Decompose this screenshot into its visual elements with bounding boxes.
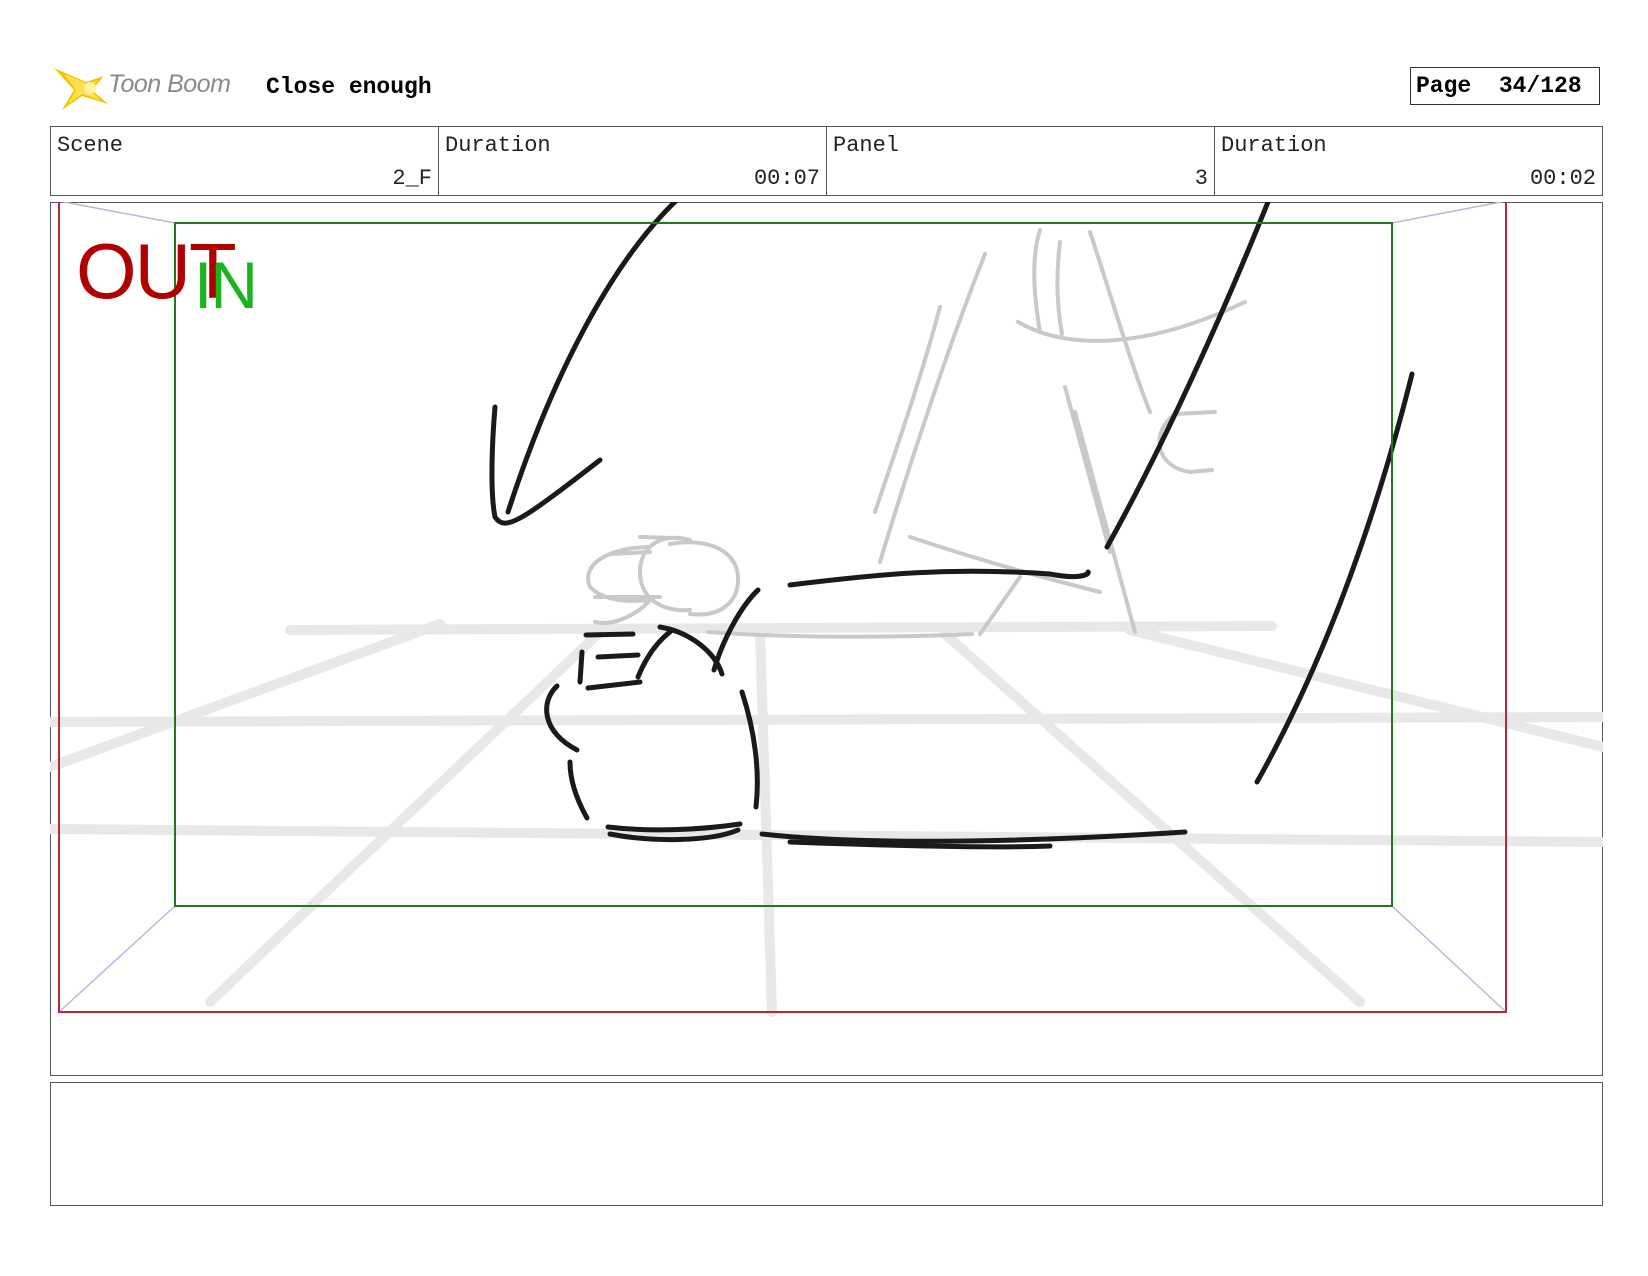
floor-grid-sketch [50, 619, 1603, 1017]
in-frame-label: IN [194, 248, 258, 322]
character-sketch [489, 202, 1415, 850]
page-label: Page [1416, 73, 1472, 99]
scene-cell: Scene 2_F [51, 127, 439, 195]
panel-notes-box[interactable] [50, 1082, 1603, 1206]
panel-label: Panel [833, 133, 900, 158]
scene-duration-label: Duration [445, 133, 551, 158]
out-frame-rect [58, 202, 1507, 1013]
panel-duration-value: 00:02 [1529, 166, 1596, 191]
document-title: Close enough [266, 74, 432, 100]
panel-cell: Panel 3 [827, 127, 1215, 195]
in-frame-rect [174, 222, 1393, 907]
background-sketch [586, 228, 1247, 639]
panel-info-table: Scene 2_F Duration 00:07 Panel 3 Duratio… [50, 126, 1603, 196]
page-number: 34/128 [1498, 73, 1582, 99]
panel-value: 3 [1194, 166, 1208, 191]
scene-duration-cell: Duration 00:07 [439, 127, 827, 195]
panel-duration-label: Duration [1221, 133, 1327, 158]
scene-value: 2_F [392, 166, 432, 191]
scene-duration-value: 00:07 [753, 166, 820, 191]
brand-name: Toon Boom [108, 70, 231, 98]
camera-path-lines [58, 202, 1507, 1013]
panel-duration-cell: Duration 00:02 [1215, 127, 1602, 195]
storyboard-drawing [50, 202, 1603, 1017]
scene-label: Scene [57, 133, 124, 158]
page-indicator: Page 34/128 [1410, 67, 1600, 105]
